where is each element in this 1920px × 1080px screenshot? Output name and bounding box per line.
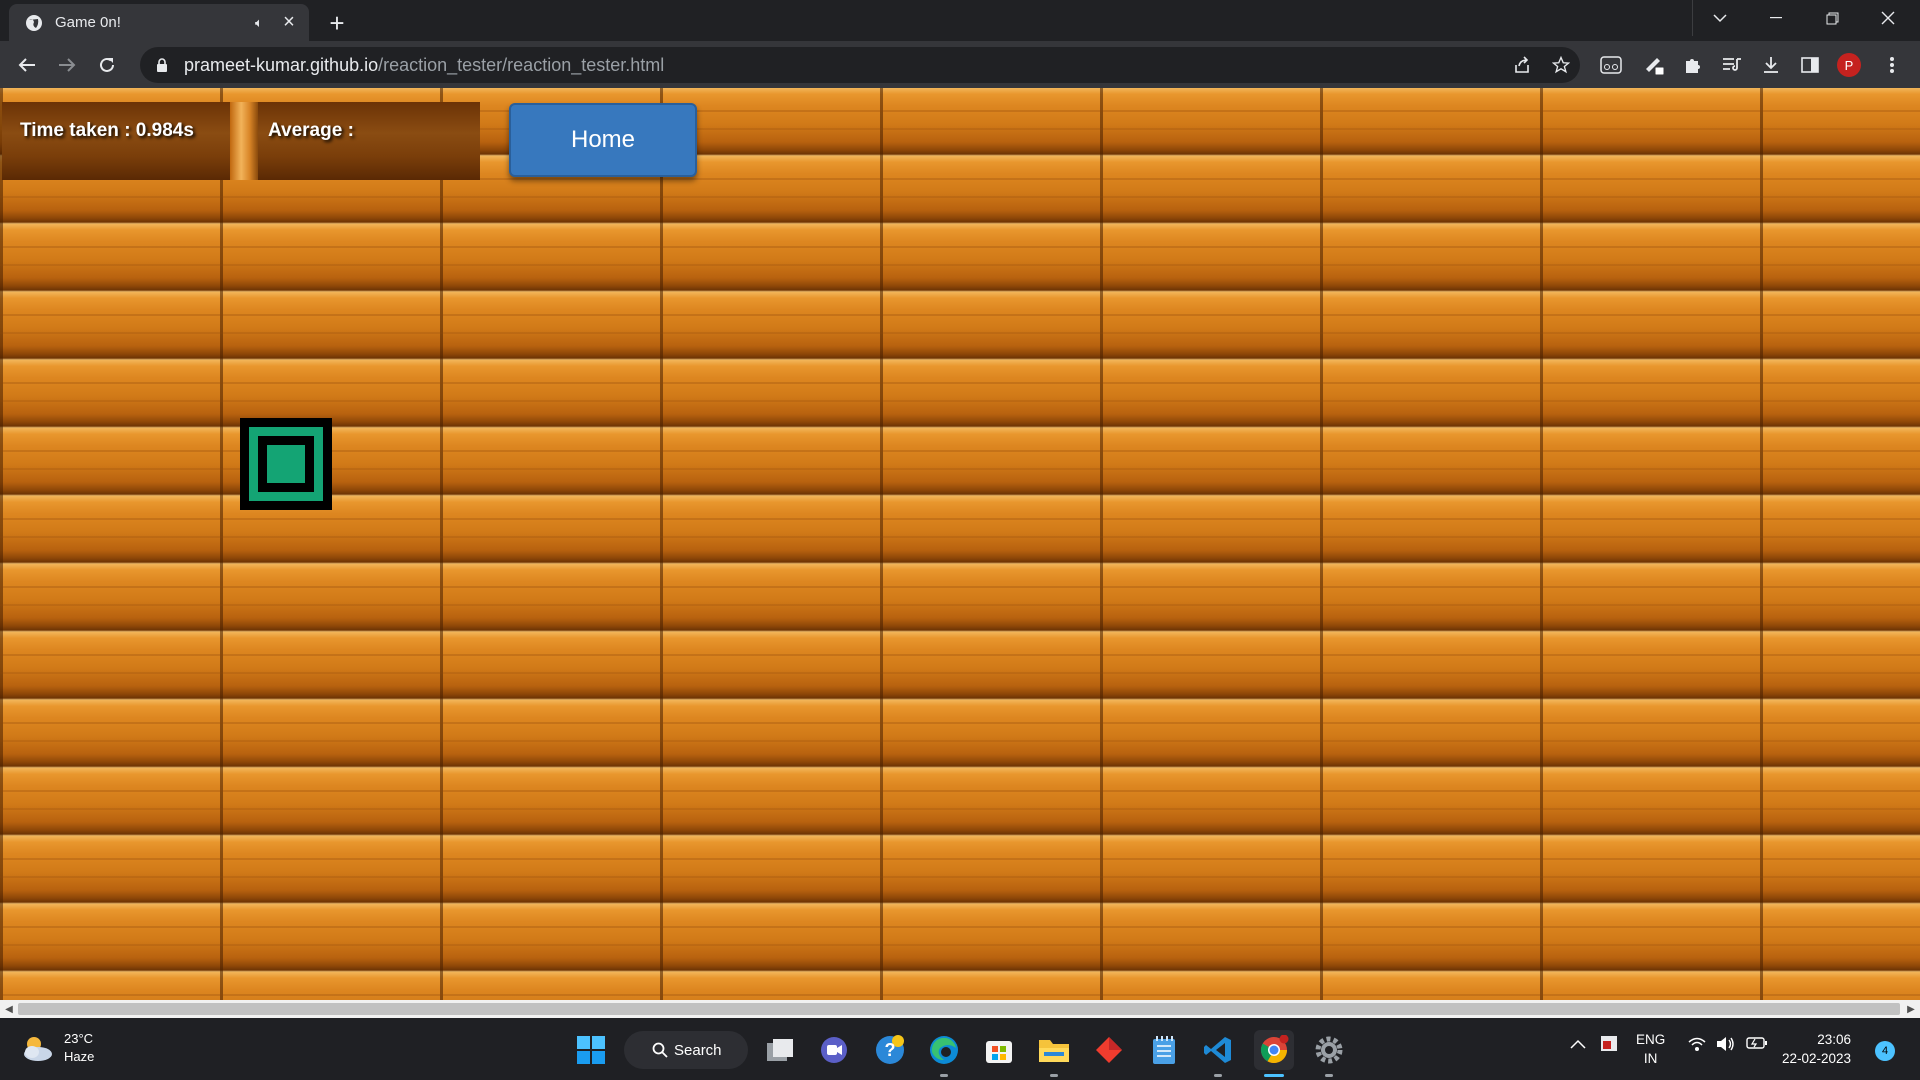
scroll-left-arrow-icon[interactable]: ◀ [0, 1000, 18, 1018]
home-button[interactable]: Home [509, 103, 697, 177]
horizontal-scrollbar[interactable]: ◀ ▶ [0, 1000, 1920, 1018]
tab-title: Game 0n! [55, 14, 121, 31]
task-view-icon[interactable] [760, 1030, 800, 1070]
score-divider [230, 102, 258, 180]
start-icon[interactable] [571, 1030, 611, 1070]
weather-temperature: 23°C [64, 1031, 94, 1046]
close-window-icon[interactable] [1860, 0, 1916, 36]
game-area[interactable]: Time taken : 0.984s Average : Home [0, 88, 1920, 1000]
extensions-puzzle-icon[interactable] [1675, 47, 1711, 83]
new-tab-button[interactable]: + [322, 8, 352, 38]
chevron-up-icon[interactable] [1570, 1036, 1586, 1052]
edge-running-indicator [940, 1074, 948, 1077]
language-indicator[interactable]: ENG IN [1636, 1030, 1665, 1068]
reaction-target-square[interactable] [240, 418, 332, 510]
media-queue-icon[interactable] [1714, 47, 1750, 83]
vscode-running-indicator [1214, 1074, 1222, 1077]
speaker-icon[interactable]: 🔈︎ [255, 15, 277, 31]
average-display: Average : [258, 102, 480, 180]
close-tab-icon[interactable]: × [277, 11, 301, 35]
notification-badge[interactable]: 4 [1875, 1041, 1895, 1061]
git-icon[interactable] [1089, 1030, 1129, 1070]
bookmark-star-icon[interactable] [1543, 47, 1579, 83]
wifi-icon[interactable] [1688, 1036, 1706, 1055]
pen-extension-icon[interactable] [1636, 47, 1672, 83]
back-icon[interactable] [9, 47, 45, 83]
target-inner-border [258, 436, 314, 492]
download-icon[interactable] [1753, 47, 1789, 83]
weather-condition: Haze [64, 1049, 95, 1064]
language-code: ENG [1636, 1032, 1666, 1047]
share-icon[interactable] [1504, 47, 1540, 83]
chrome-active-indicator [1264, 1074, 1284, 1077]
help-icon[interactable]: ? [870, 1030, 910, 1070]
minimize-icon[interactable] [1748, 0, 1804, 36]
target-outer-ring [249, 427, 323, 501]
side-panel-icon[interactable] [1792, 47, 1828, 83]
chrome-icon[interactable] [1254, 1030, 1294, 1070]
globe-icon [25, 14, 43, 32]
settings-icon[interactable] [1309, 1030, 1349, 1070]
browser-toolbar: prameet-kumar.github.io/reaction_tester/… [0, 41, 1920, 88]
taskbar-search-box[interactable]: Search [624, 1031, 748, 1069]
notepad-icon[interactable] [1144, 1030, 1184, 1070]
windows-taskbar: 23°C Haze Search ? ENG IN 23:06 22-02-20… [0, 1018, 1920, 1080]
profile-avatar[interactable]: P [1831, 47, 1867, 83]
language-region: IN [1643, 1051, 1658, 1066]
url-text: prameet-kumar.github.io/reaction_tester/… [184, 55, 664, 76]
target-core [267, 445, 305, 483]
browser-tab-bar: Game 0n! 🔈︎ × + [0, 0, 1920, 41]
lock-icon [157, 58, 167, 72]
scroll-right-arrow-icon[interactable]: ▶ [1902, 1000, 1920, 1018]
address-bar[interactable]: prameet-kumar.github.io/reaction_tester/… [140, 47, 1580, 83]
search-icon [652, 1042, 668, 1058]
system-clock[interactable]: 23:06 22-02-2023 [1782, 1030, 1851, 1068]
meet-now-tray-icon[interactable] [1600, 1033, 1618, 1056]
clock-date: 22-02-2023 [1782, 1051, 1852, 1066]
meet-icon[interactable] [814, 1030, 854, 1070]
weather-widget[interactable]: 23°C Haze [20, 1030, 94, 1066]
volume-icon[interactable] [1716, 1036, 1736, 1055]
file-explorer-icon[interactable] [1034, 1030, 1074, 1070]
forward-icon[interactable] [49, 47, 85, 83]
clock-time: 23:06 [1817, 1032, 1852, 1047]
reader-mode-icon[interactable] [1593, 47, 1629, 83]
restore-icon[interactable] [1804, 0, 1860, 36]
tab-search-chevron-icon[interactable] [1692, 0, 1748, 36]
url-path: /reaction_tester/reaction_tester.html [378, 54, 665, 75]
cloud-sun-icon [20, 1033, 54, 1063]
wood-texture [0, 88, 1920, 1000]
search-label: Search [674, 1041, 722, 1059]
reload-icon[interactable] [89, 47, 125, 83]
settings-running-indicator [1325, 1074, 1333, 1077]
url-host: prameet-kumar.github.io [184, 54, 379, 75]
kebab-menu-icon[interactable] [1874, 47, 1910, 83]
time-taken-display: Time taken : 0.984s [2, 102, 230, 180]
battery-icon[interactable] [1746, 1036, 1768, 1053]
edge-icon[interactable] [924, 1030, 964, 1070]
vscode-icon[interactable] [1198, 1030, 1238, 1070]
explorer-running-indicator [1050, 1074, 1058, 1077]
svg-text:?: ? [885, 1040, 896, 1060]
store-icon[interactable] [979, 1030, 1019, 1070]
browser-tab[interactable]: Game 0n! 🔈︎ × [9, 4, 309, 41]
scrollbar-thumb[interactable] [18, 1003, 1900, 1015]
profile-initial: P [1837, 53, 1861, 77]
